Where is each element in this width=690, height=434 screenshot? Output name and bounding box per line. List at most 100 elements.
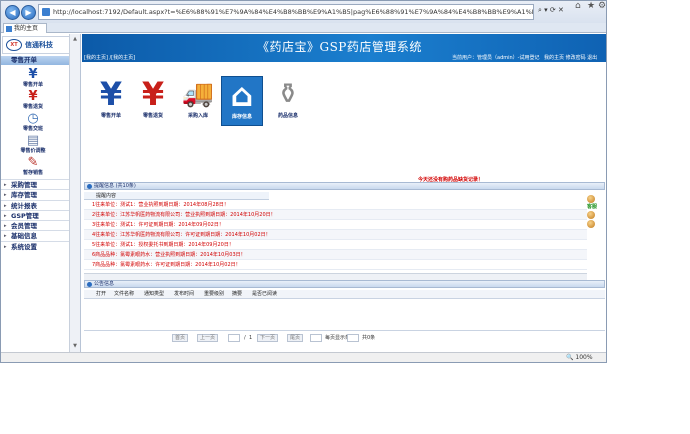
table-row[interactable]: 7商品品种：氯霉素眼药水：许可证到期日期：2014年10月02日！ [84, 260, 587, 270]
col-importance[interactable]: 重要级别 [204, 290, 224, 299]
col-read-status[interactable]: 是否已阅读 [252, 290, 277, 299]
sidebar: XT 信通科技 零售开单 ¥ 零售开单 ¥ 零售退货 ◷ 零售交班 ▤ 零售价调… [1, 34, 81, 352]
sidebar-item-label: 统计报表 [11, 201, 37, 210]
tab-my-home[interactable]: 我的主页 [3, 23, 48, 33]
col-summary[interactable]: 摘要 [232, 290, 242, 299]
page-size-input[interactable] [347, 334, 359, 342]
breadcrumb: [我的主页] /[我的主页] [84, 55, 136, 61]
total-count: 共0条 [362, 335, 376, 341]
sidebar-item-retail-order[interactable]: ¥ 零售开单 [13, 68, 53, 88]
sidebar-item-members[interactable]: ▸ 会员管理 [1, 220, 69, 230]
sidebar-sub-label: 零售退货 [22, 104, 43, 110]
logo: XT 信通科技 [2, 36, 74, 54]
house-icon: ⌂ [230, 76, 254, 114]
panel-icon [87, 282, 92, 287]
sidebar-item-retail-return[interactable]: ¥ 零售退货 [13, 90, 53, 110]
per-page-input[interactable] [310, 334, 322, 342]
zoom-level[interactable]: 🔍 100% [566, 353, 593, 362]
func-purchase-in[interactable]: 🚚 采购入库 [177, 76, 219, 126]
func-label: 药品信息 [277, 113, 298, 119]
yen-blue-icon: ¥ [28, 67, 38, 82]
table-row[interactable]: 2往来单位：江苏华帆医药物流有限公司：营业执照到期日期：2014年10月20日！ [84, 210, 587, 220]
yen-blue-icon: ¥ [99, 75, 123, 113]
main-content: 《药店宝》GSP药店管理系统 [我的主页] /[我的主页] 当前用户：管理员（a… [82, 34, 606, 352]
func-label: 零售开单 [100, 113, 121, 119]
chart-icon: ▤ [26, 133, 40, 148]
col-file-name[interactable]: 文件名称 [114, 290, 134, 299]
next-page-button[interactable]: 下一页 [257, 334, 279, 342]
service-avatar-icon[interactable] [587, 220, 595, 228]
prev-page-button[interactable]: 上一页 [197, 334, 219, 342]
func-label: 采购入库 [187, 113, 208, 119]
col-publish-time[interactable]: 发布时间 [174, 290, 194, 299]
bottles-icon: ⚱ [276, 77, 300, 110]
sidebar-item-basic-info[interactable]: ▸ 基础信息 [1, 230, 69, 240]
sidebar-scrollbar[interactable]: ▲ ▼ [69, 34, 80, 352]
service-avatar-icon[interactable] [587, 211, 595, 219]
messages-column-header[interactable]: 提醒内容 [84, 192, 269, 200]
forward-icon[interactable]: ▶ [21, 5, 36, 20]
tab-title: 我的主页 [14, 25, 39, 32]
sidebar-item-purchase[interactable]: ▸ 采购管理 [1, 179, 69, 189]
sidebar-menu: ▸ 采购管理 ▸ 库存管理 ▸ 统计报表 ▸ GSP管理 ▸ 会员管理 ▸ 基础信息 ▸ 系统… [1, 179, 69, 251]
sidebar-section-retail[interactable]: 零售开单 [1, 56, 69, 65]
notices-column-header: 打开 文件名称 通知类型 发布时间 重要级别 摘要 是否已阅读 [84, 290, 605, 299]
yen-red-icon: ¥ [28, 89, 38, 104]
pager: 首页 上一页 / 1 下一页 尾页 每页显示条数 共0条 [82, 333, 606, 343]
table-row[interactable]: 5往来单位：测试1：授权委托书到期日期：2014年09月20日！ [84, 240, 587, 250]
header-links[interactable]: 我的主页 修改密码 退出 [544, 55, 597, 62]
sidebar-item-hold-sale[interactable]: ✎ 暂存销售 [13, 156, 53, 176]
back-icon[interactable]: ◀ [5, 5, 20, 20]
address-tools[interactable]: ⌕ ▾ ⟳ ✕ [538, 6, 564, 15]
home-icon[interactable]: ⌂ [575, 1, 581, 11]
page-icon [42, 8, 50, 16]
address-field[interactable]: http://localhost:7192/Default.aspx?t=%E6… [38, 4, 534, 20]
sidebar-item-label: 基础信息 [11, 232, 37, 241]
chevron-right-icon: ▸ [4, 243, 7, 250]
col-open[interactable]: 打开 [96, 290, 106, 299]
logo-text: 信通科技 [25, 41, 53, 49]
header-banner: 《药店宝》GSP药店管理系统 [我的主页] /[我的主页] 当前用户：管理员（a… [82, 34, 606, 62]
notices-title: 公告信息 [94, 281, 115, 287]
sidebar-sub-label: 零售开单 [22, 82, 43, 88]
last-page-button[interactable]: 尾页 [287, 334, 304, 342]
table-row[interactable]: 4往来单位：江苏华帆医药物流有限公司：许可证到期日期：2014年10月02日！ [84, 230, 587, 240]
service-label[interactable]: 客服 [587, 204, 604, 210]
favorites-icon[interactable]: ★ [587, 1, 595, 11]
gear-icon[interactable]: ⚙ [598, 1, 606, 11]
func-retail-order[interactable]: ¥ 零售开单 [90, 76, 132, 126]
sidebar-item-inventory[interactable]: ▸ 库存管理 [1, 189, 69, 199]
sidebar-item-label: 采购管理 [11, 181, 37, 189]
scroll-up-icon[interactable]: ▲ [71, 35, 79, 43]
panel-icon [87, 184, 92, 189]
page-number-input[interactable] [228, 334, 240, 342]
url-text: http://localhost:7192/Default.aspx?t=%E6… [53, 8, 534, 16]
magnifier-icon: 🔍 [566, 354, 574, 361]
func-retail-return[interactable]: ¥ 零售退货 [132, 76, 174, 126]
scroll-down-icon[interactable]: ▼ [71, 342, 79, 350]
sidebar-item-gsp[interactable]: ▸ GSP管理 [1, 209, 69, 220]
yen-red-icon: ¥ [141, 75, 165, 113]
table-row[interactable]: 6商品品种：氯霉素眼药水：营业执照到期日期：2014年10月03日！ [84, 250, 587, 260]
logo-mark: XT [6, 39, 22, 51]
col-notice-type[interactable]: 通知类型 [144, 290, 164, 299]
sidebar-item-reports[interactable]: ▸ 统计报表 [1, 199, 69, 210]
sidebar-item-label: GSP管理 [11, 211, 39, 220]
func-inventory-info[interactable]: ⌂ 库存信息 [221, 76, 263, 126]
tab-bar: 我的主页 [1, 23, 606, 33]
messages-grid: 1往来单位：测试1：营业执照到期日期：2014年08月28日！ 2往来单位：江苏… [84, 200, 587, 270]
sidebar-item-settings[interactable]: ▸ 系统设置 [1, 240, 69, 251]
func-drug-info[interactable]: ⚱ 药品信息 [267, 76, 309, 126]
messages-scrollbar[interactable] [84, 273, 587, 280]
table-row[interactable]: 1往来单位：测试1：营业执照到期日期：2014年08月28日！ [84, 200, 587, 210]
sidebar-item-retail-shift[interactable]: ◷ 零售交班 [13, 112, 53, 132]
func-label: 库存信息 [231, 114, 252, 120]
sidebar-item-price-adjust[interactable]: ▤ 零售价调整 [13, 134, 53, 154]
sidebar-sub-label: 零售价调整 [20, 148, 46, 154]
messages-panel-header: 提醒信息 (共10条) [84, 182, 605, 190]
first-page-button[interactable]: 首页 [172, 334, 189, 342]
service-avatar-icon[interactable] [587, 195, 595, 203]
status-bar: 🔍 100% [1, 352, 606, 362]
func-label: 零售退货 [142, 113, 163, 119]
table-row[interactable]: 3往来单位：测试1：许可证到期日期：2014年09月02日！ [84, 220, 587, 230]
